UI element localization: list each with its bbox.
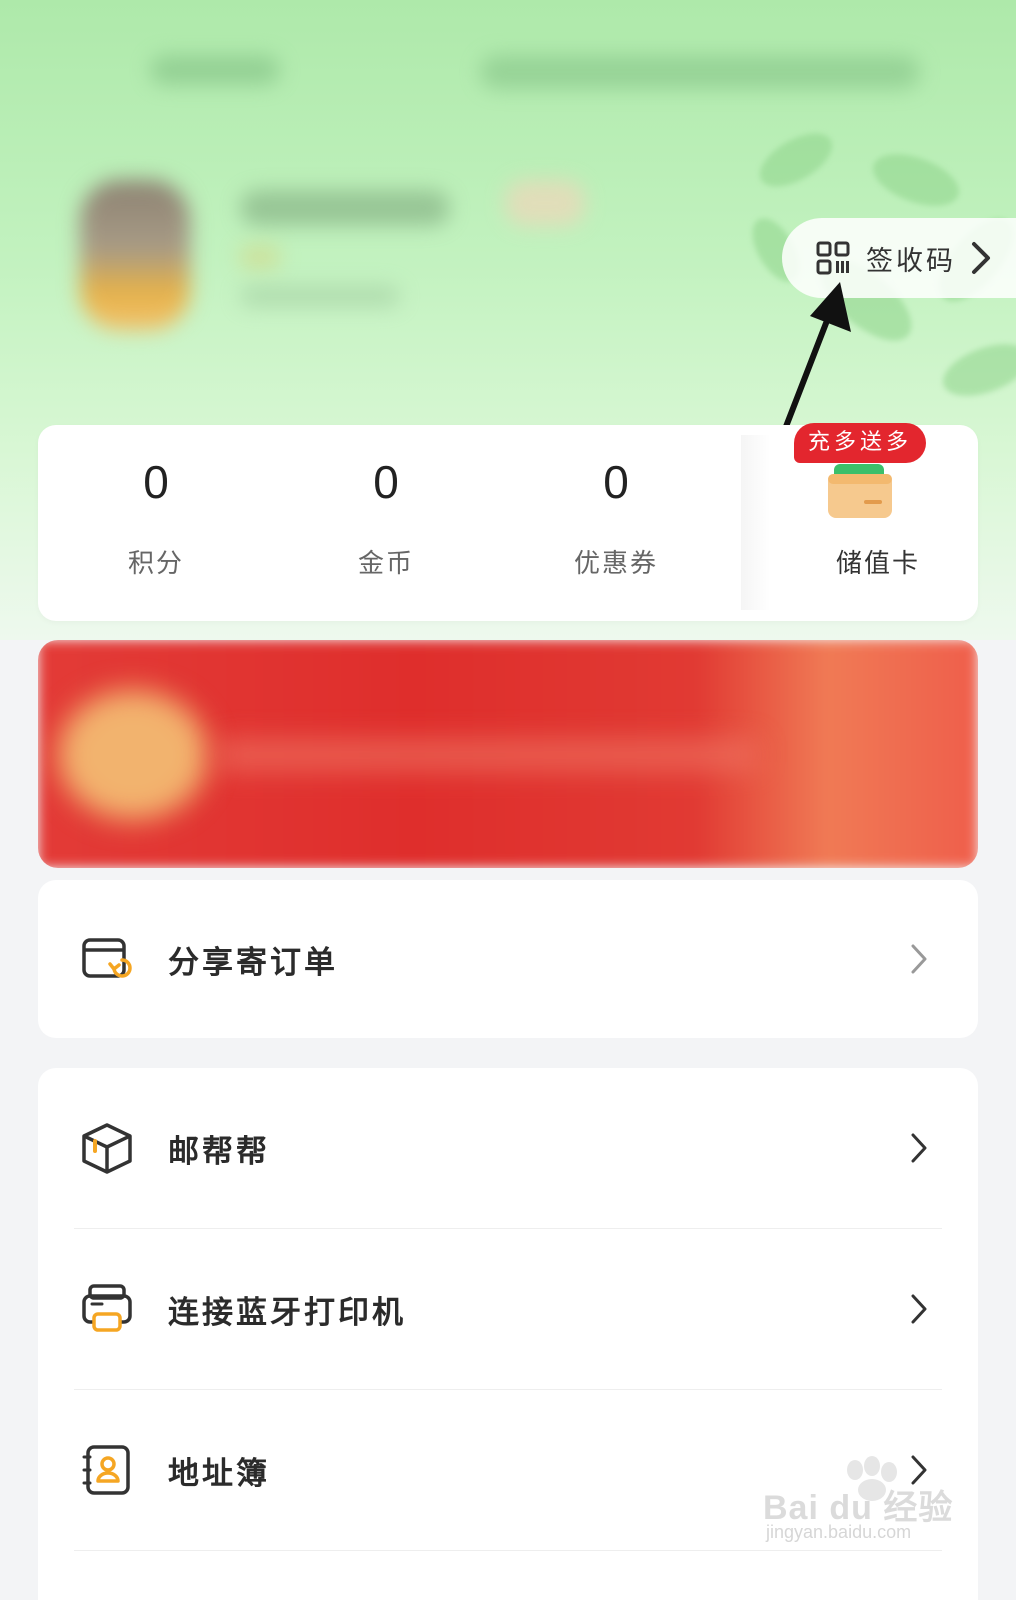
wallet-card-icon (828, 464, 892, 518)
menu-item-label: 连接蓝牙打印机 (168, 1294, 406, 1331)
box-icon (82, 1123, 132, 1174)
address-book-icon (82, 1445, 130, 1495)
share-order-card: 分享寄订单 (38, 880, 978, 1038)
chevron-right-icon (972, 242, 990, 274)
coins-label: 金币 (357, 549, 414, 579)
menu-item-label: 邮帮帮 (168, 1133, 270, 1170)
banner-coin-image (58, 690, 208, 820)
status-bar-blurred (150, 55, 280, 85)
stored-value-card-label: 储值卡 (835, 549, 920, 579)
coins-value: 0 (373, 456, 399, 508)
printer-icon (82, 1284, 132, 1332)
account-stats-card: 0 积分 0 金币 0 优惠券 充多送多 储值卡 (38, 423, 978, 621)
share-order-icon (82, 938, 132, 978)
user-name-blurred (240, 190, 450, 226)
chevron-right-icon (911, 1133, 927, 1163)
menu-item-youbangbang[interactable]: 邮帮帮 (38, 1068, 978, 1228)
chevron-right-icon (911, 1294, 927, 1324)
promo-banner[interactable] (38, 640, 978, 868)
menu-item-label: 地址簿 (168, 1455, 270, 1492)
promo-badge: 充多送多 (794, 423, 927, 463)
coupons-value: 0 (603, 456, 629, 508)
chevron-right-icon (911, 944, 927, 974)
status-bar-blurred-right (480, 55, 920, 89)
watermark-url: jingyan.baidu.com (766, 1522, 912, 1542)
share-order-label: 分享寄订单 (168, 944, 338, 981)
points-value: 0 (143, 456, 169, 508)
user-sub-blurred (240, 285, 400, 307)
points-label: 积分 (127, 549, 184, 579)
points-stat[interactable]: 0 积分 (38, 425, 274, 621)
user-tag-blurred (505, 180, 585, 226)
banner-text-blurred (218, 740, 758, 770)
coins-stat[interactable]: 0 金币 (268, 425, 504, 621)
coupons-label: 优惠券 (573, 549, 658, 579)
menu-item-share-order[interactable]: 分享寄订单 (38, 880, 978, 1038)
user-level-blurred (240, 245, 280, 269)
stats-divider (741, 435, 771, 610)
menu-item-bluetooth-printer[interactable]: 连接蓝牙打印机 (38, 1229, 978, 1389)
avatar[interactable] (80, 180, 190, 330)
coupons-stat[interactable]: 0 优惠券 (498, 425, 734, 621)
